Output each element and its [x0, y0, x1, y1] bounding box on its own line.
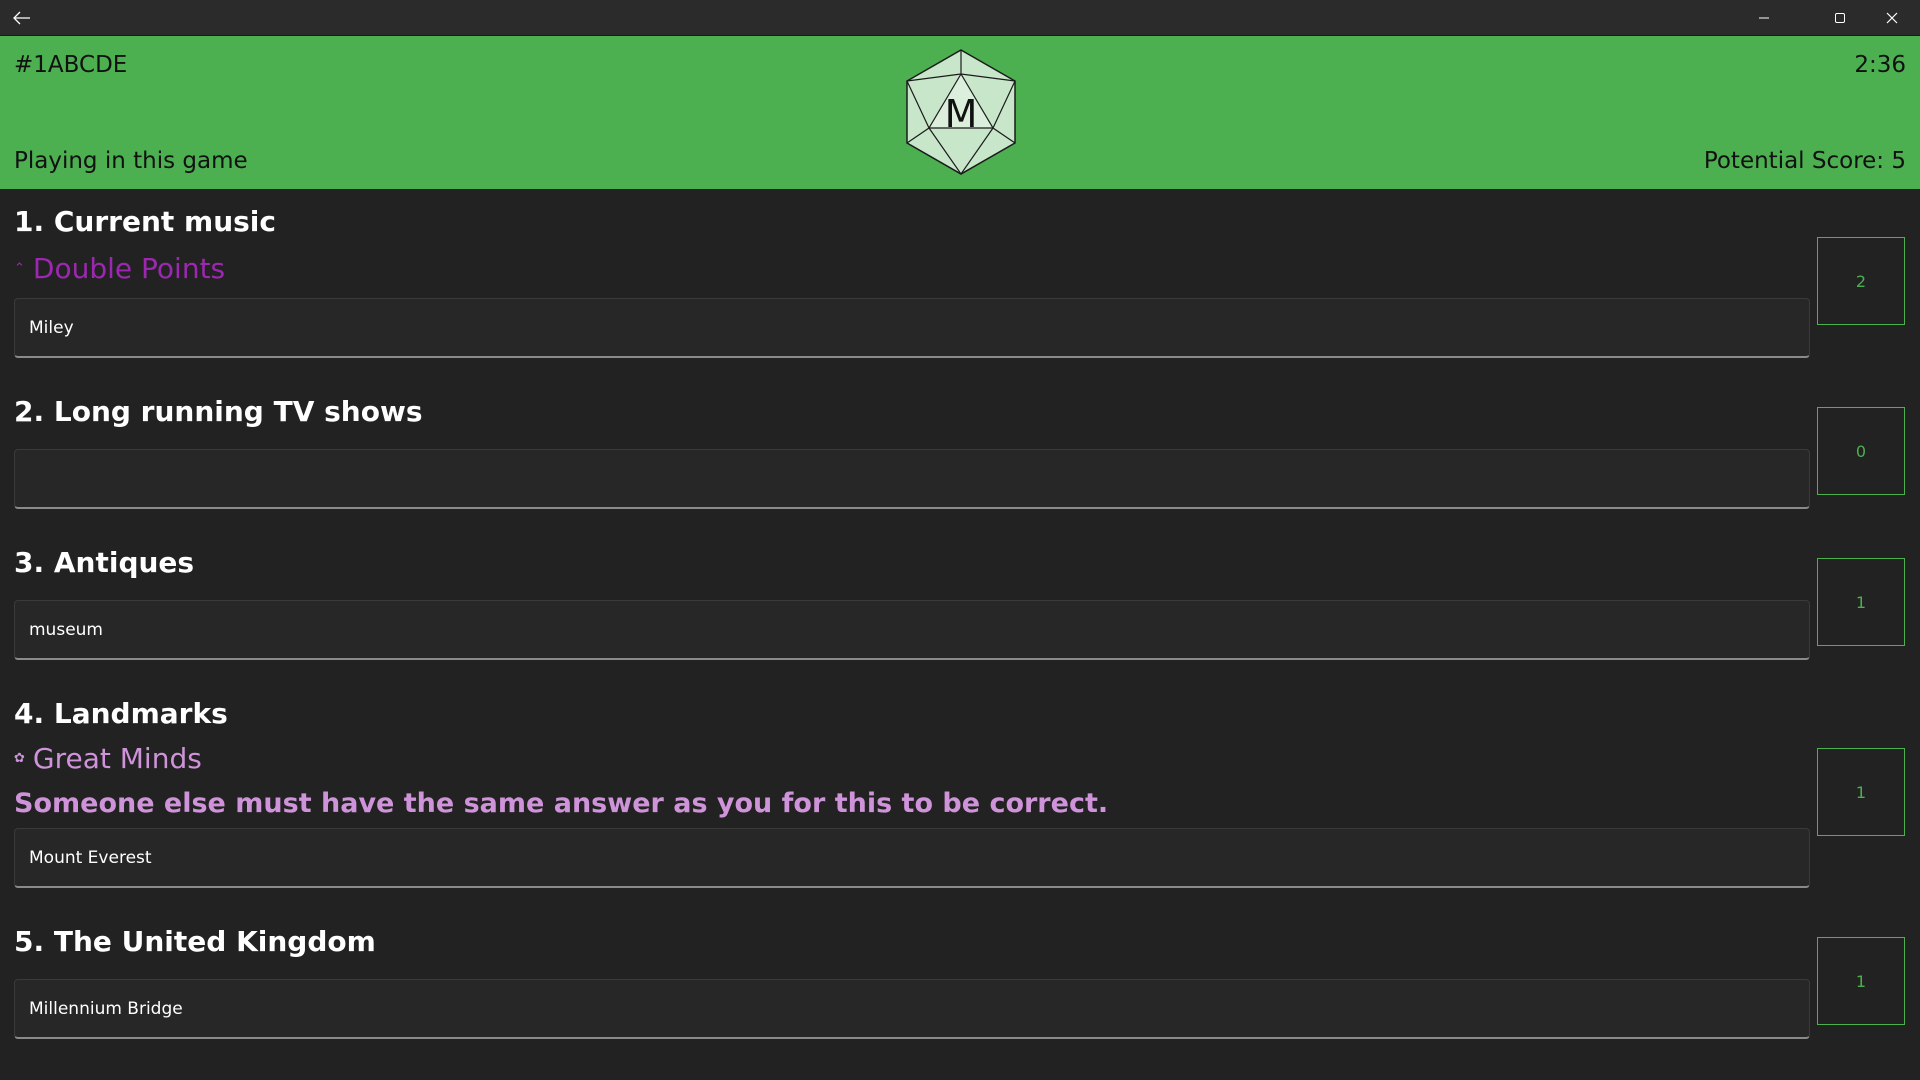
- modifier-double-points: ⌃ Double Points: [14, 252, 225, 285]
- brain-icon: ✿: [14, 751, 25, 766]
- points-box-1: 2: [1817, 237, 1905, 325]
- question-title-3: 3. Antiques: [14, 546, 195, 579]
- answer-field-5[interactable]: Millennium Bridge: [14, 979, 1810, 1039]
- question-title-1: 1. Current music: [14, 205, 276, 238]
- maximize-icon: [1835, 13, 1845, 23]
- chevron-up-double-icon: ⌃: [14, 261, 25, 276]
- modifier-label: Great Minds: [32, 742, 202, 775]
- question-title-5: 5. The United Kingdom: [14, 925, 376, 958]
- modifier-label: Double Points: [32, 252, 226, 285]
- answer-field-2[interactable]: [14, 449, 1810, 509]
- points-box-5: 1: [1817, 937, 1905, 1025]
- answer-field-4[interactable]: Mount Everest: [14, 828, 1810, 888]
- points-box-4: 1: [1817, 748, 1905, 836]
- modifier-description: Someone else must have the same answer a…: [14, 788, 1109, 819]
- player-status: Playing in this game: [14, 148, 248, 174]
- maximize-button[interactable]: [1812, 0, 1868, 36]
- answer-field-1[interactable]: Miley: [14, 298, 1810, 358]
- points-box-2: 0: [1817, 407, 1905, 495]
- title-bar: [0, 0, 1920, 36]
- potential-score: Potential Score: 5: [1703, 148, 1906, 174]
- close-button[interactable]: [1864, 0, 1920, 36]
- back-button[interactable]: [0, 0, 44, 36]
- question-title-4: 4. Landmarks: [14, 697, 228, 730]
- answer-field-3[interactable]: museum: [14, 600, 1810, 660]
- minimize-button[interactable]: [1736, 0, 1792, 36]
- game-header: #1ABCDE 2:36 Playing in this game Potent…: [0, 36, 1920, 189]
- logo-letter: M: [945, 92, 978, 136]
- modifier-great-minds: ✿ Great Minds: [14, 742, 202, 775]
- minimize-icon: [1759, 17, 1769, 19]
- game-code: #1ABCDE: [14, 52, 128, 78]
- close-icon: [1886, 12, 1898, 24]
- question-title-2: 2. Long running TV shows: [14, 395, 423, 428]
- countdown-timer: 2:36: [1854, 52, 1906, 78]
- d20-die-logo-icon: M: [906, 49, 1016, 176]
- arrow-left-icon: [13, 11, 30, 25]
- points-box-3: 1: [1817, 558, 1905, 646]
